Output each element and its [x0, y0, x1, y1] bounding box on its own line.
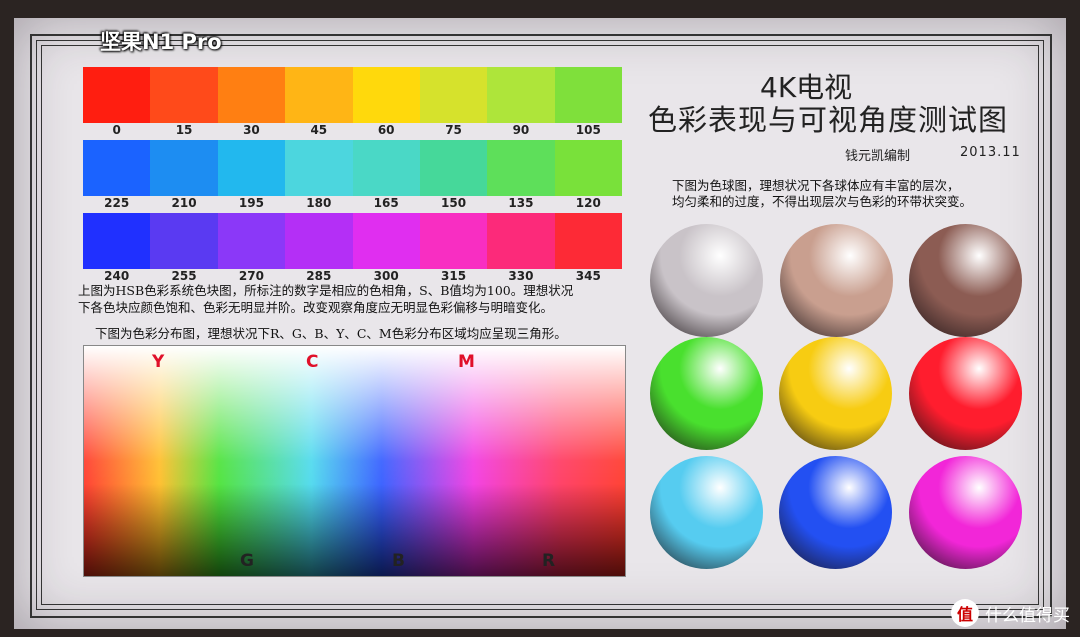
hue-label: 255 [171, 269, 197, 283]
label-b: B [392, 551, 405, 571]
hue-swatch-300 [352, 213, 420, 269]
color-sphere-brown [909, 224, 1022, 337]
hue-swatch-270 [217, 213, 286, 269]
hue-swatch-255 [150, 213, 218, 269]
hue-swatch-315 [419, 213, 488, 269]
hue-label: 165 [373, 196, 399, 210]
color-sphere-gray [650, 224, 763, 337]
color-sphere-blue [779, 456, 892, 569]
hue-row-3 [83, 213, 622, 269]
hue-swatch-330 [487, 213, 555, 269]
hue-label: 210 [171, 196, 197, 210]
date: 2013.11 [960, 145, 1021, 160]
hue-swatch-90 [487, 67, 555, 123]
hue-swatch-75 [419, 67, 488, 123]
hue-label: 0 [112, 123, 121, 137]
distribution-description: 下图为色彩分布图，理想状况下R、G、B、Y、C、M色彩分布区域均应呈现三角形。 [95, 326, 567, 341]
hue-label: 120 [575, 196, 601, 210]
color-sphere-yellow [779, 337, 892, 450]
hue-label: 30 [243, 123, 260, 137]
hue-label: 135 [508, 196, 534, 210]
watermark-text: 什么值得买 [985, 605, 1070, 626]
hue-label: 105 [575, 123, 601, 137]
smzdm-logo-icon: 值 [951, 599, 979, 627]
color-distribution-chart: Y C M G B R [83, 345, 626, 577]
hue-swatch-105 [554, 67, 622, 123]
hue-labels-3: 240 255 270 285 300 315 330 345 [83, 269, 622, 283]
color-sphere-tan [780, 224, 893, 337]
hue-swatch-195 [217, 140, 286, 196]
hue-label: 285 [306, 269, 332, 283]
hue-label: 150 [441, 196, 467, 210]
label-m: M [458, 352, 475, 372]
color-sphere-red [909, 337, 1022, 450]
hue-swatch-345 [554, 213, 622, 269]
author: 钱元凯编制 [845, 149, 911, 164]
hue-swatch-60 [352, 67, 420, 123]
hue-swatch-135 [487, 140, 555, 196]
hsb-description-line-1: 上图为HSB色彩系统色块图，所标注的数字是相应的色相角，S、B值均为100。理想… [78, 283, 574, 298]
hue-label: 45 [310, 123, 328, 137]
hue-label: 180 [306, 196, 332, 210]
hue-swatch-150 [419, 140, 488, 196]
hue-swatch-120 [554, 140, 622, 196]
hue-swatch-30 [217, 67, 286, 123]
title-main: 色彩表现与可视角度测试图 [648, 103, 1009, 137]
hue-label: 90 [512, 123, 530, 137]
hsb-description-line-2: 下各色块应颜色饱和、色彩无明显并阶。改变观察角度应无明显色彩偏移与明暗变化。 [78, 300, 554, 315]
label-r: R [542, 551, 556, 571]
hue-label: 345 [575, 269, 601, 283]
label-c: C [306, 352, 319, 372]
color-sphere-green [650, 337, 763, 450]
hue-label: 315 [441, 269, 467, 283]
color-sphere-magenta [909, 456, 1022, 569]
hue-swatch-15 [150, 67, 218, 123]
hue-label: 270 [238, 269, 264, 283]
hue-label: 330 [508, 269, 534, 283]
hue-labels-2: 225 210 195 180 165 150 135 120 [83, 196, 622, 210]
projector-model-overlay: 坚果N1 Pro [100, 30, 222, 54]
hue-swatch-165 [352, 140, 420, 196]
hue-label: 75 [445, 123, 462, 137]
hue-label: 15 [175, 123, 193, 137]
hue-swatch-180 [285, 140, 353, 196]
hue-row-1 [83, 67, 622, 123]
sphere-description-line-2: 均匀柔和的过度，不得出现层次与色彩的环带状突变。 [672, 194, 973, 209]
hue-swatch-45 [285, 67, 353, 123]
hue-swatch-0 [83, 67, 151, 123]
watermark: 值 什么值得买 [951, 599, 1070, 627]
hue-label: 60 [377, 123, 395, 137]
hue-label: 195 [238, 196, 264, 210]
hue-swatch-225 [83, 140, 151, 196]
hue-row-2 [83, 140, 622, 196]
sphere-description-line-1: 下图为色球图，理想状况下各球体应有丰富的层次， [672, 178, 960, 193]
hue-label: 225 [104, 196, 130, 210]
hue-swatch-240 [83, 213, 151, 269]
hue-label: 300 [373, 269, 399, 283]
label-g: G [240, 551, 254, 571]
hue-label: 240 [104, 269, 130, 283]
hue-swatch-285 [285, 213, 353, 269]
color-sphere-cyan [650, 456, 763, 569]
hue-swatch-210 [150, 140, 218, 196]
sphere-description: 下图为色球图，理想状况下各球体应有丰富的层次， 均匀柔和的过度，不得出现层次与色… [672, 178, 972, 210]
label-y: Y [152, 352, 165, 372]
hue-labels-1: 0 15 30 45 60 75 90 105 [83, 123, 622, 137]
color-distribution-gradient [84, 346, 625, 576]
